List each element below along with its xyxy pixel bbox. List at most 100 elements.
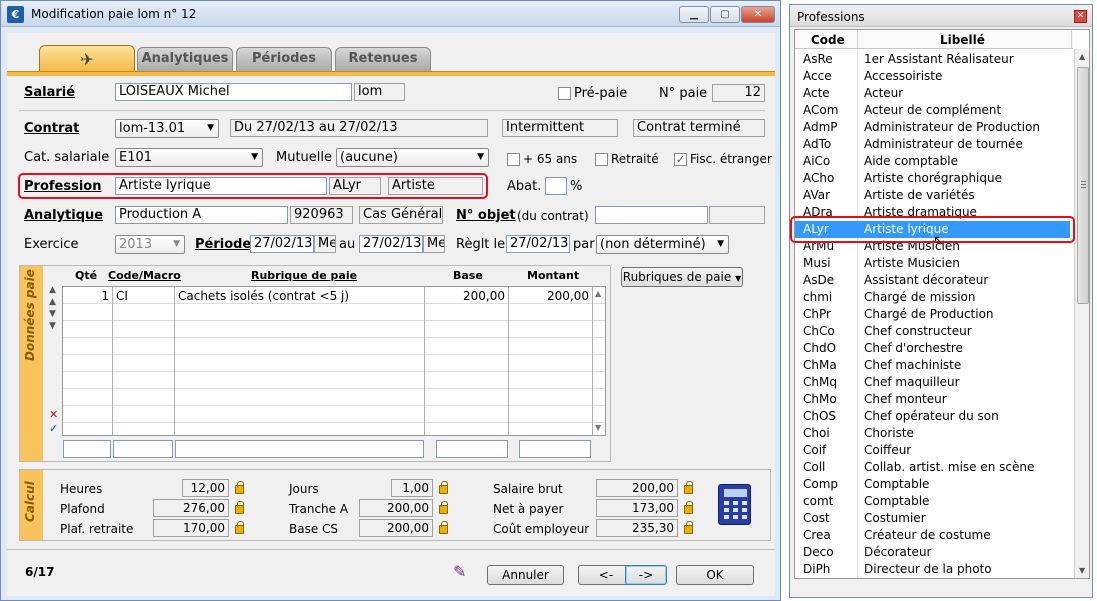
new-montant-field[interactable] <box>519 440 591 458</box>
profession-row[interactable]: ChMo Chef monteur <box>795 391 1070 408</box>
profession-code: ChMa <box>803 358 837 372</box>
profession-row[interactable]: Choi Choriste <box>795 425 1070 442</box>
profession-row[interactable]: ChMq Chef maquilleur <box>795 374 1070 391</box>
row-up-icon[interactable]: ▲ <box>49 285 56 295</box>
no-objet-field[interactable] <box>595 206 708 224</box>
tab-retenues[interactable]: Retenues <box>335 47 431 71</box>
profession-row[interactable]: Crea Créateur de costume <box>795 527 1070 544</box>
profession-row[interactable]: ChMa Chef machiniste <box>795 357 1070 374</box>
salarie-name-field[interactable]: LOISEAUX Michel <box>115 83 352 101</box>
profession-row[interactable]: Acte Acteur <box>795 85 1070 102</box>
delete-row-icon[interactable]: ✕ <box>49 408 58 421</box>
minimize-button[interactable]: ▁ <box>679 6 709 23</box>
profession-row[interactable]: Musi Artiste Musicien <box>795 255 1070 272</box>
grid-scroll-down-icon[interactable]: ▼ <box>595 423 601 432</box>
professions-close-button[interactable]: ✕ <box>1074 10 1087 23</box>
grid-cell-montant[interactable]: 200,00 <box>508 289 589 303</box>
reglement-mode-select[interactable]: (non déterminé) ▼ <box>596 235 729 254</box>
grid-scroll-up-icon[interactable]: ▲ <box>595 289 601 298</box>
rubriques-de-paie-button[interactable]: Rubriques de paie ▼ <box>621 267 743 287</box>
col-code[interactable]: Code <box>811 33 845 47</box>
profession-row[interactable]: ChdO Chef d'orchestre <box>795 340 1070 357</box>
edit-pencil-icon[interactable]: ✎ <box>453 562 466 581</box>
profession-row[interactable]: ACom Acteur de complément <box>795 102 1070 119</box>
grid-cell-code[interactable]: CI <box>116 289 128 303</box>
profession-code: ChPr <box>803 307 831 321</box>
profession-label[interactable]: Profession <box>24 179 101 194</box>
main-window: € Modification paie lom n° 12 ▁ ▢ ✕ ✈ An… <box>0 0 781 601</box>
scroll-thumb[interactable] <box>1077 67 1089 304</box>
profession-row[interactable]: AdmP Administrateur de Production <box>795 119 1070 136</box>
new-qte-field[interactable] <box>63 440 111 458</box>
abat-field[interactable] <box>545 177 567 195</box>
profession-row[interactable]: chmi Chargé de mission <box>795 289 1070 306</box>
profession-row[interactable]: AsDe Assistant décorateur <box>795 272 1070 289</box>
mutuelle-select[interactable]: (aucune) ▼ <box>336 148 489 167</box>
exercice-select[interactable]: 2013 ▼ <box>115 235 185 254</box>
row-down-small-icon[interactable]: ▼ <box>49 309 56 319</box>
contrat-label[interactable]: Contrat <box>24 121 79 136</box>
contrat-value: lom-13.01 <box>119 121 186 136</box>
ok-button[interactable]: OK <box>676 565 754 585</box>
retraite-checkbox[interactable] <box>595 153 608 166</box>
periode-to-field[interactable]: 27/02/13 <box>359 235 423 253</box>
cat-salariale-select[interactable]: E101 ▼ <box>115 148 263 167</box>
profession-row[interactable]: ChOS Chef opérateur du son <box>795 408 1070 425</box>
tab-periodes[interactable]: Périodes <box>236 47 332 71</box>
profession-row[interactable]: Deco Décorateur <box>795 544 1070 561</box>
grid-cell-base[interactable]: 200,00 <box>424 289 505 303</box>
profession-row[interactable]: AdTo Administrateur de tournée <box>795 136 1070 153</box>
col-libelle[interactable]: Libellé <box>940 33 985 47</box>
lock-icon <box>235 481 244 494</box>
calculator-icon[interactable] <box>718 484 751 525</box>
profession-field[interactable]: Artiste lyrique <box>115 177 327 195</box>
periode-from-field[interactable]: 27/02/13 <box>250 235 314 253</box>
profession-row[interactable]: DiPh Directeur de la photo <box>795 561 1070 578</box>
next-button[interactable]: -> <box>625 565 667 585</box>
new-rubrique-field[interactable] <box>175 440 424 458</box>
new-code-field[interactable] <box>113 440 173 458</box>
reglement-date-field[interactable]: 27/02/13 <box>506 235 570 253</box>
row-up-small-icon[interactable]: ▲ <box>49 297 56 307</box>
professions-titlebar[interactable]: Professions ✕ <box>790 5 1092 27</box>
tab-analytiques[interactable]: Analytiques <box>137 47 233 71</box>
professions-title: Professions <box>797 10 865 24</box>
contrat-select[interactable]: lom-13.01 ▼ <box>115 119 219 138</box>
validate-row-icon[interactable]: ✓ <box>49 422 58 435</box>
professions-list[interactable]: Code Libellé AsRe 1er Assistant Réalisate… <box>794 29 1090 579</box>
prepaie-checkbox[interactable] <box>558 87 571 100</box>
main-titlebar[interactable]: € Modification paie lom n° 12 ▁ ▢ ✕ <box>1 1 780 27</box>
plus65-checkbox[interactable] <box>507 153 520 166</box>
profession-row[interactable]: ACho Artiste chorégraphique <box>795 170 1070 187</box>
profession-row[interactable]: Coll Collab. artist. mise en scène <box>795 459 1070 476</box>
row-down-icon[interactable]: ▼ <box>49 321 56 331</box>
profession-row[interactable]: comt Comptable <box>795 493 1070 510</box>
salarie-label[interactable]: Salarié <box>24 85 75 100</box>
new-base-field[interactable] <box>436 440 508 458</box>
scroll-up-icon[interactable]: ▲ <box>1079 52 1085 61</box>
grid-cell-rubrique[interactable]: Cachets isolés (contrat <5 j) <box>178 289 349 303</box>
profession-row[interactable]: ChCo Chef constructeur <box>795 323 1070 340</box>
profession-row[interactable]: ChPr Chargé de Production <box>795 306 1070 323</box>
profession-row[interactable]: Cost Costumier <box>795 510 1070 527</box>
paie-grid[interactable]: 1 CI Cachets isolés (contrat <5 j) 200,0… <box>62 286 606 436</box>
scroll-down-icon[interactable]: ▼ <box>1079 566 1085 575</box>
annuler-button[interactable]: Annuler <box>487 565 564 585</box>
analytique-label[interactable]: Analytique <box>24 208 103 223</box>
close-button[interactable]: ✕ <box>741 6 775 23</box>
profession-row[interactable]: Comp Comptable <box>795 476 1070 493</box>
profession-row[interactable]: Coif Coiffeur <box>795 442 1070 459</box>
profession-row[interactable]: AVar Artiste de variétés <box>795 187 1070 204</box>
fisc-etranger-checkbox[interactable]: ✓ <box>674 153 687 166</box>
no-objet-label[interactable]: N° objet <box>456 208 516 223</box>
profession-libelle: Choriste <box>864 426 914 440</box>
profession-row[interactable]: Acce Accessoiriste <box>795 68 1070 85</box>
analytique-field[interactable]: Production A <box>115 206 288 224</box>
periode-label[interactable]: Période <box>195 237 251 252</box>
professions-scrollbar[interactable]: ▲ ▼ <box>1074 49 1089 578</box>
maximize-button[interactable]: ▢ <box>710 6 740 23</box>
profession-row[interactable]: AsRe 1er Assistant Réalisateur <box>795 51 1070 68</box>
tranche-a-label: Tranche A <box>289 502 349 516</box>
grid-cell-qte[interactable]: 1 <box>63 289 109 303</box>
profession-row[interactable]: AiCo Aide comptable <box>795 153 1070 170</box>
